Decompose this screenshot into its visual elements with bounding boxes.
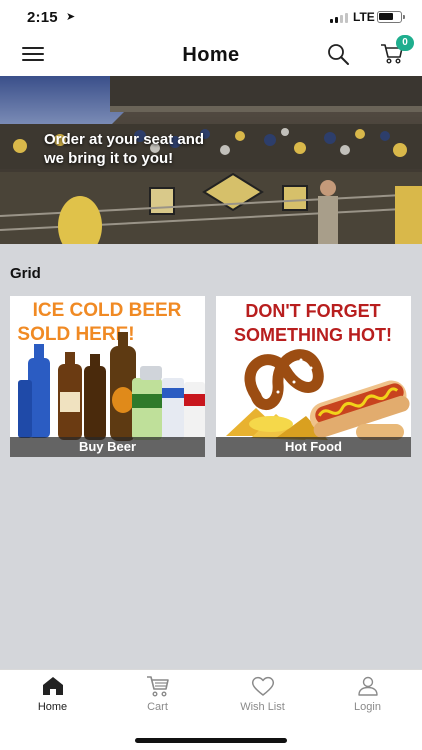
grid-section: Grid ICE COLD BEER SOLD HERE! Buy Beer D… [0,244,422,669]
tab-login[interactable]: Login [315,670,420,720]
hot-food-image: DON'T FORGET SOMETHING HOT! [216,296,411,457]
buy-beer-tile[interactable]: ICE COLD BEER SOLD HERE! Buy Beer [10,296,205,457]
hot-food-label: Hot Food [216,437,411,457]
home-icon [42,677,63,695]
battery-icon [377,11,405,23]
hero-banner[interactable]: Order at your seat and we bring it to yo… [0,76,422,244]
status-bar: 2:15 ➤ LTE [0,0,422,34]
food-headline-1: DON'T FORGET [245,301,380,321]
tab-wish-list[interactable]: Wish List [210,670,315,720]
tab-cart[interactable]: Cart [105,670,210,720]
hot-food-tile[interactable]: DON'T FORGET SOMETHING HOT! Hot Food [216,296,411,457]
status-time: 2:15 [27,9,58,26]
tab-home-label: Home [37,701,68,713]
heart-icon [251,676,274,696]
location-arrow-icon: ➤ [66,11,76,23]
beer-headline-1: ICE COLD BEER [33,300,182,321]
page-title: Home [182,44,240,66]
food-headline-2: SOMETHING HOT! [234,325,392,345]
grid-title: Grid [10,265,41,282]
beer-image: ICE COLD BEER SOLD HERE! [10,296,205,457]
signal-icon [330,12,350,23]
beer-headline-2: SOLD HERE! [17,324,134,345]
buy-beer-label: Buy Beer [10,437,205,457]
user-icon [357,676,378,696]
tab-login-label: Login [354,701,381,713]
tab-cart-label: Cart [147,701,168,713]
cart-icon [146,676,169,697]
network-type: LTE [353,10,375,24]
cart-count-badge: 0 [396,35,414,51]
tab-home[interactable]: Home [0,670,105,720]
tab-wish-list-label: Wish List [240,701,285,713]
hero-text: Order at your seat and we bring it to yo… [44,131,205,167]
search-icon[interactable] [326,42,350,66]
home-indicator [135,738,287,743]
navbar: Home 0 [0,34,422,76]
